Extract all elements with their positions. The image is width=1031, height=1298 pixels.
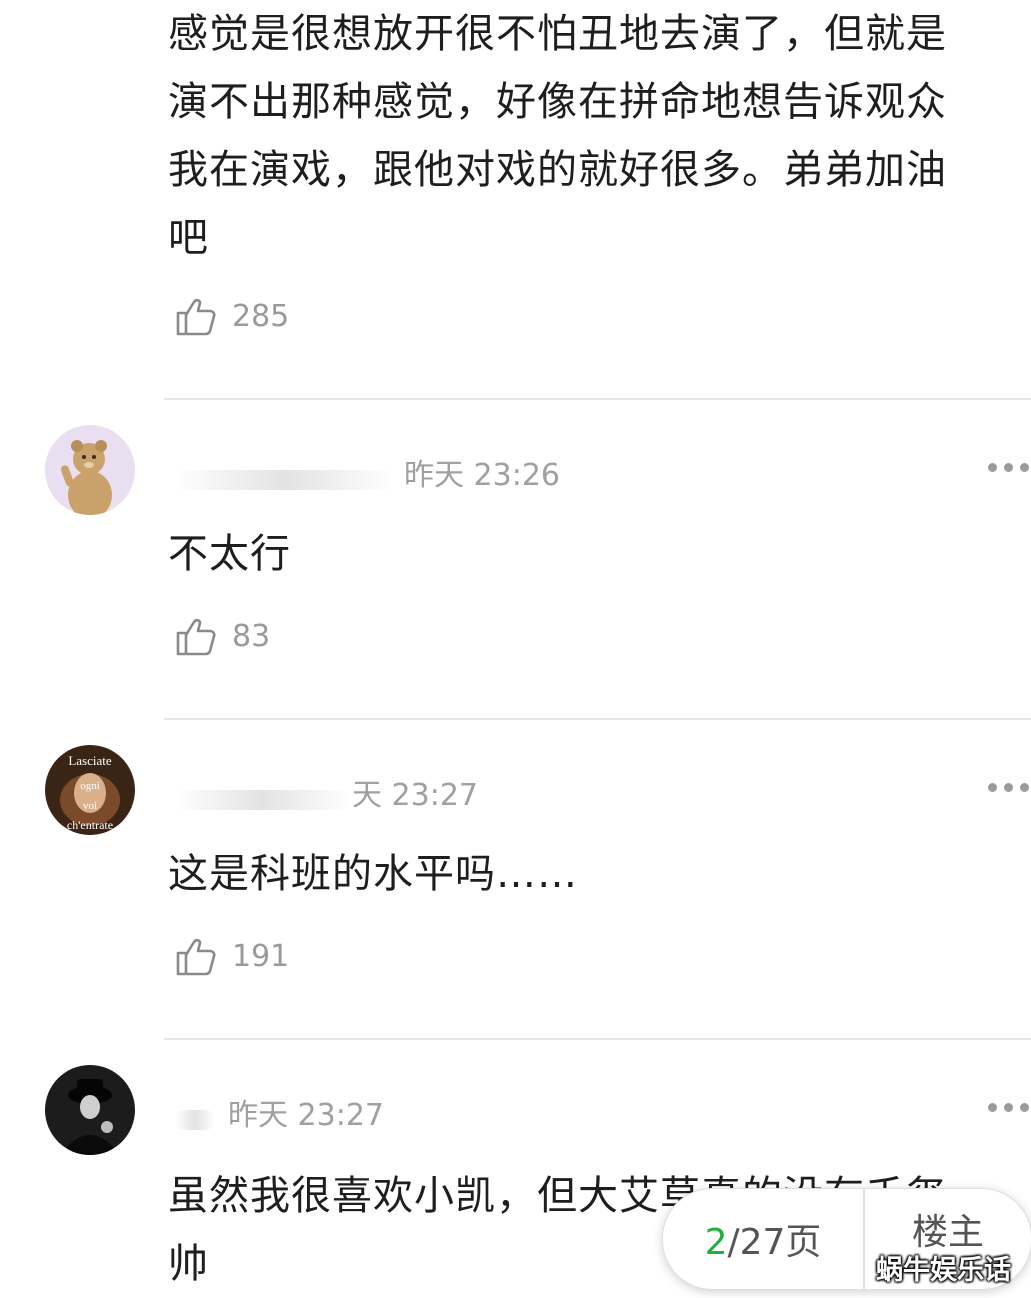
like-count: 191	[232, 938, 290, 974]
comment-line: 我在演戏，跟他对戏的就好很多。弟弟加油	[168, 147, 947, 193]
watermark: 蜗牛娱乐话	[876, 1255, 1011, 1286]
comment-text: 感觉是很想放开很不怕丑地去演了，但就是 演不出那种感觉，好像在拼命地想告诉观众 …	[168, 0, 947, 272]
more-options-icon[interactable]	[988, 1103, 1029, 1112]
divider	[164, 398, 1031, 400]
like-count: 83	[232, 618, 271, 654]
comment-text: 不太行	[168, 531, 291, 577]
username-blurred	[175, 1110, 215, 1130]
divider	[164, 1038, 1031, 1040]
like-count: 285	[232, 298, 290, 334]
teddy-bear-avatar[interactable]	[45, 425, 135, 515]
svg-text:voi: voi	[83, 800, 97, 812]
page-indicator-button[interactable]: 2/27页	[663, 1213, 863, 1265]
comment-line: 吧	[168, 215, 209, 261]
total-pages: /27页	[727, 1222, 822, 1263]
like-button[interactable]: 285	[174, 294, 289, 338]
comment-time: 昨天 23:26	[404, 458, 560, 493]
more-options-icon[interactable]	[988, 783, 1029, 792]
comment-time: 天 23:27	[352, 778, 478, 813]
comment-time: 昨天 23:27	[228, 1098, 384, 1133]
svg-text:Lasciate: Lasciate	[68, 753, 112, 768]
comment-text: 这是科班的水平吗……	[168, 851, 578, 897]
username-blurred	[175, 790, 350, 810]
person-in-hat-avatar[interactable]	[45, 1065, 135, 1155]
svg-text:ch'entrate: ch'entrate	[67, 818, 113, 832]
like-button[interactable]: 83	[174, 614, 270, 658]
thumbs-up-icon	[176, 618, 216, 656]
like-button[interactable]: 191	[174, 934, 289, 978]
svg-text:ogni: ogni	[80, 780, 100, 792]
art-photo-avatar[interactable]: Lasciate ogni voi ch'entrate	[45, 745, 135, 835]
comment-line: 感觉是很想放开很不怕丑地去演了，但就是	[168, 11, 947, 57]
thumbs-up-icon	[176, 298, 216, 336]
current-page: 2	[704, 1222, 728, 1263]
more-options-icon[interactable]	[988, 463, 1029, 472]
thumbs-up-icon	[176, 938, 216, 976]
divider	[164, 718, 1031, 720]
username-blurred	[175, 470, 395, 490]
comment-line: 演不出那种感觉，好像在拼命地想告诉观众	[168, 79, 947, 125]
